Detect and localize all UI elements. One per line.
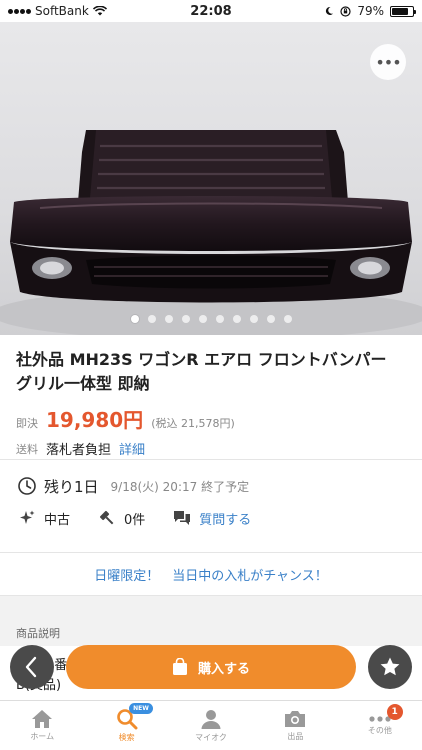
user-icon xyxy=(201,710,221,729)
signal-icon xyxy=(8,8,31,14)
item-info: 社外品 MH23S ワゴンR エアロ フロントバンパー グリル一体型 即納 即決… xyxy=(0,335,422,458)
gallery-dot[interactable] xyxy=(266,315,275,323)
gallery-dot[interactable] xyxy=(181,315,190,323)
item-meta-row: 中古 0件 質問する xyxy=(16,504,406,532)
tab-label: 検索 xyxy=(118,733,135,742)
description-header-label: 商品説明 xyxy=(16,627,60,640)
tab-label: マイオク xyxy=(195,733,227,742)
section-gap xyxy=(0,596,422,610)
divider xyxy=(0,459,422,460)
back-button[interactable] xyxy=(10,645,54,689)
clock-icon xyxy=(16,475,38,497)
chevron-left-icon xyxy=(25,656,37,678)
bid-count-value: 0件 xyxy=(124,512,146,528)
sparkle-icon xyxy=(16,507,38,529)
auction-time-row: 残り1日 9/18(火) 20:17 終了予定 xyxy=(16,472,406,500)
status-bar: SoftBank 22:08 79% xyxy=(0,0,422,22)
home-icon xyxy=(32,710,53,728)
shipping-row: 送料 落札者負担 詳細 xyxy=(16,439,406,459)
more-dots-icon: ••• xyxy=(375,52,401,72)
remaining-time: 残り1日 xyxy=(44,477,99,496)
campaign-banner-text: 日曜限定！ 当日中の入札がチャンス！ xyxy=(94,568,328,584)
gavel-icon xyxy=(96,507,118,529)
tab-search[interactable]: 検索 NEW xyxy=(84,701,168,750)
tab-sell[interactable]: 出品 xyxy=(253,701,337,750)
tab-home[interactable]: ホーム xyxy=(0,701,84,750)
tab-label: ホーム xyxy=(30,732,55,741)
gallery-dot[interactable] xyxy=(215,315,224,323)
tab-label: その他 xyxy=(367,726,392,735)
gallery-dot[interactable] xyxy=(249,315,258,323)
price-row: 即決 19,980円 (税込 21,578円) xyxy=(16,404,406,433)
camera-icon xyxy=(285,711,306,727)
wifi-icon xyxy=(92,6,107,16)
product-image[interactable]: ••• xyxy=(0,22,422,335)
battery-icon xyxy=(390,5,416,17)
condition: 中古 xyxy=(16,507,70,529)
bumper-photo xyxy=(0,130,422,335)
star-icon xyxy=(380,657,400,676)
gallery-dot[interactable] xyxy=(147,315,156,323)
end-time: 9/18(火) 20:17 終了予定 xyxy=(110,479,250,494)
bottom-tab-bar: ホーム 検索 NEW マイオク 出品 その他 1 xyxy=(0,700,422,750)
shipping-label: 送料 xyxy=(16,442,38,456)
new-badge: NEW xyxy=(129,703,153,714)
ask-question-button[interactable]: 質問する xyxy=(171,507,251,529)
price-label: 即決 xyxy=(16,417,38,430)
item-title: 社外品 MH23S ワゴンR エアロ フロントバンパー グリル一体型 即納 xyxy=(16,350,387,393)
carrier-label: SoftBank xyxy=(35,4,89,18)
gallery-dot[interactable] xyxy=(130,315,139,323)
gallery-dot[interactable] xyxy=(283,315,292,323)
chat-icon xyxy=(171,507,193,529)
shipping-detail-link[interactable]: 詳細 xyxy=(119,439,145,458)
buy-button[interactable]: 購入する xyxy=(66,645,356,689)
shipping-value: 落札者負担 xyxy=(46,443,112,458)
clock: 22:08 xyxy=(190,3,232,19)
condition-value: 中古 xyxy=(44,512,71,528)
tab-label: 出品 xyxy=(287,732,304,741)
ask-question-label: 質問する xyxy=(199,512,252,528)
gallery-pagination[interactable] xyxy=(0,315,422,323)
shopping-bag-icon xyxy=(172,658,187,675)
battery-fill xyxy=(392,7,408,15)
tab-other[interactable]: その他 1 xyxy=(338,701,422,750)
tab-my-auction[interactable]: マイオク xyxy=(169,701,253,750)
moon-icon xyxy=(326,6,334,15)
battery-percent: 79% xyxy=(357,4,384,18)
orientation-lock-icon xyxy=(340,5,351,17)
buy-button-label: 購入する xyxy=(197,661,250,677)
gallery-dot[interactable] xyxy=(164,315,173,323)
campaign-banner[interactable]: 日曜限定！ 当日中の入札がチャンス！ xyxy=(0,552,422,596)
description-header: 商品説明 xyxy=(0,610,422,646)
tax-note: (税込 21,578円) xyxy=(151,417,235,430)
bid-count: 0件 xyxy=(96,507,145,529)
watchlist-button[interactable] xyxy=(368,645,412,689)
notification-badge: 1 xyxy=(386,704,403,720)
gallery-dot[interactable] xyxy=(232,315,241,323)
price-value: 19,980円 xyxy=(46,408,144,432)
gallery-dot[interactable] xyxy=(198,315,207,323)
more-options-button[interactable]: ••• xyxy=(370,44,406,80)
